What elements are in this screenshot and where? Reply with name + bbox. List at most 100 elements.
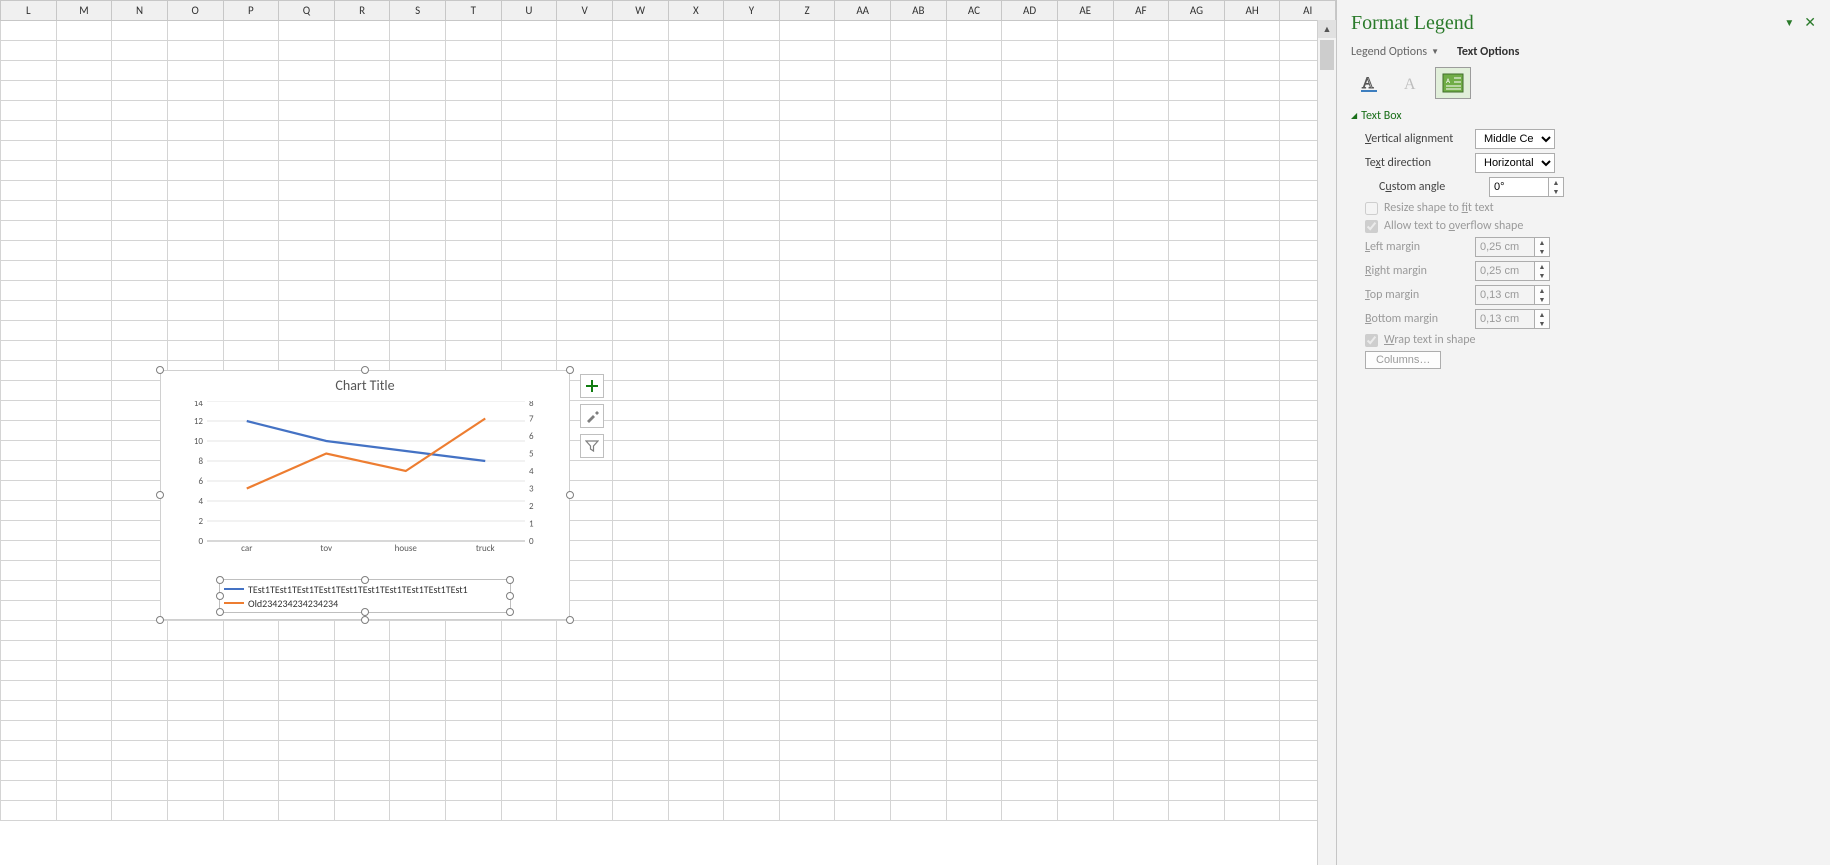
cell[interactable] [56,521,112,541]
cell[interactable] [946,141,1002,161]
cell[interactable] [1113,21,1169,41]
cell[interactable] [223,641,279,661]
cell[interactable] [1057,81,1113,101]
cell[interactable] [446,221,502,241]
cell[interactable] [1002,161,1058,181]
column-header[interactable]: L [1,1,57,21]
cell[interactable] [56,441,112,461]
cell[interactable] [724,81,780,101]
cell[interactable] [1224,761,1280,781]
cell[interactable] [779,161,835,181]
cell[interactable] [446,281,502,301]
cell[interactable] [1057,601,1113,621]
cell[interactable] [946,641,1002,661]
cell[interactable] [724,681,780,701]
cell[interactable] [779,421,835,441]
cell[interactable] [223,741,279,761]
cell[interactable] [891,421,947,441]
cell[interactable] [1169,801,1225,821]
cell[interactable] [946,541,1002,561]
cell[interactable] [390,141,446,161]
cell[interactable] [167,801,223,821]
cell[interactable] [279,321,335,341]
cell[interactable] [946,81,1002,101]
cell[interactable] [612,361,668,381]
cell[interactable] [891,721,947,741]
cell[interactable] [891,581,947,601]
cell[interactable] [390,321,446,341]
cell[interactable] [779,381,835,401]
cell[interactable] [668,141,724,161]
cell[interactable] [668,501,724,521]
cell[interactable] [1002,481,1058,501]
cell[interactable] [946,61,1002,81]
cell[interactable] [1224,201,1280,221]
cell[interactable] [1224,801,1280,821]
cell[interactable] [835,381,891,401]
cell[interactable] [1002,361,1058,381]
cell[interactable] [557,341,613,361]
cell[interactable] [668,301,724,321]
spreadsheet-area[interactable]: LMNOPQRSTUVWXYZAAABACADAEAFAGAHAI Chart … [0,0,1336,865]
cell[interactable] [334,301,390,321]
cell[interactable] [1224,141,1280,161]
cell[interactable] [557,701,613,721]
cell[interactable] [1169,621,1225,641]
cell[interactable] [946,561,1002,581]
cell[interactable] [946,621,1002,641]
cell[interactable] [1113,781,1169,801]
cell[interactable] [1002,721,1058,741]
cell[interactable] [891,21,947,41]
cell[interactable] [1224,421,1280,441]
cell[interactable] [1,801,57,821]
cell[interactable] [946,601,1002,621]
cell[interactable] [1,41,57,61]
cell[interactable] [334,701,390,721]
cell[interactable] [1,381,57,401]
cell[interactable] [1224,181,1280,201]
cell[interactable] [1057,201,1113,221]
cell[interactable] [835,741,891,761]
cell[interactable] [724,41,780,61]
cell[interactable] [557,201,613,221]
cell[interactable] [446,61,502,81]
vertical-scrollbar[interactable]: ▲ [1317,20,1336,865]
cell[interactable] [1002,21,1058,41]
cell[interactable] [1113,581,1169,601]
cell[interactable] [334,81,390,101]
cell[interactable] [279,81,335,101]
column-header[interactable]: V [557,1,613,21]
cell[interactable] [835,321,891,341]
cell[interactable] [668,201,724,221]
cell[interactable] [501,341,557,361]
cell[interactable] [223,81,279,101]
cell[interactable] [279,701,335,721]
cell[interactable] [724,261,780,281]
cell[interactable] [1224,281,1280,301]
cell[interactable] [668,581,724,601]
cell[interactable] [1,161,57,181]
cell[interactable] [779,41,835,61]
cell[interactable] [390,281,446,301]
cell[interactable] [501,721,557,741]
column-header[interactable]: AB [891,1,947,21]
cell[interactable] [779,581,835,601]
cell[interactable] [946,701,1002,721]
cell[interactable] [557,81,613,101]
cell[interactable] [1169,641,1225,661]
cell[interactable] [724,401,780,421]
cell[interactable] [112,761,168,781]
section-textbox-header[interactable]: ◢ Text Box [1351,109,1816,123]
cell[interactable] [779,641,835,661]
cell[interactable] [1002,281,1058,301]
cell[interactable] [1002,401,1058,421]
cell[interactable] [724,21,780,41]
cell[interactable] [1,761,57,781]
cell[interactable] [835,101,891,121]
cell[interactable] [167,41,223,61]
cell[interactable] [1113,601,1169,621]
cell[interactable] [1057,641,1113,661]
cell[interactable] [1002,221,1058,241]
cell[interactable] [1002,201,1058,221]
cell[interactable] [1113,621,1169,641]
